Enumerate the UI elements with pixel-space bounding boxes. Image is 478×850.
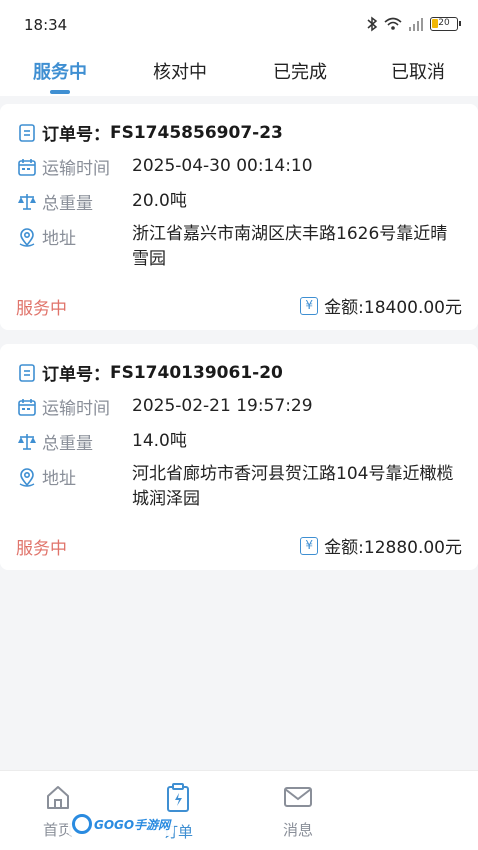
status-bar: 18:34 20 [0,0,478,50]
document-icon [19,363,35,382]
transport-time-value: 2025-02-21 19:57:29 [132,396,313,416]
address-value: 浙江省嘉兴市南湖区庆丰路1626号靠近晴雪园 [132,224,448,269]
weight-label: 总重量 [42,194,93,214]
address-value: 河北省廊坊市香河县贺江路104号靠近橄榄城润泽园 [132,464,454,509]
order-status: 服务中 [16,539,67,559]
scale-icon [18,433,36,450]
location-pin-icon [19,467,35,487]
tab-in-service[interactable]: 服务中 [10,58,110,84]
weight-value: 20.0吨 [132,191,187,211]
address-row: 地址 [16,464,76,489]
order-icon [167,783,189,812]
calendar-icon [18,398,36,416]
transport-time-row: 运输时间 [16,154,110,179]
amount-value: 金额:12880.00元 [324,538,462,558]
nav-messages[interactable]: 消息 [258,783,338,840]
order-number-row: 订单号： FS1740139061-20 [16,360,283,385]
battery-level: 20 [438,18,450,28]
order-number-label: 订单号： [42,365,110,385]
yen-icon: ¥ [300,296,319,315]
address-label: 地址 [42,469,76,489]
transport-time-label: 运输时间 [42,399,110,419]
order-number: FS1745856907-23 [110,122,283,143]
document-icon [19,123,35,142]
wifi-icon [384,17,402,30]
active-tab-indicator [50,90,70,94]
order-status-tabs: 服务中 核对中 已完成 已取消 [0,50,478,96]
weight-label: 总重量 [42,434,93,454]
order-card[interactable]: 订单号： FS1745856907-23 运输时间 2025-04-30 00:… [0,104,478,330]
amount-value: 金额:18400.00元 [324,298,462,318]
weight-value: 14.0吨 [132,431,187,451]
watermark-logo: GOGO手游网 [68,812,175,836]
order-number: FS1740139061-20 [110,362,283,383]
transport-time-row: 运输时间 [16,394,110,419]
order-card[interactable]: 订单号： FS1740139061-20 运输时间 2025-02-21 19:… [0,344,478,570]
tab-cancelled[interactable]: 已取消 [368,58,468,84]
transport-time-label: 运输时间 [42,159,110,179]
weight-row: 总重量 [16,189,93,214]
mail-icon [284,787,312,807]
address-label: 地址 [42,229,76,249]
home-icon [47,786,69,809]
watermark-text: GOGO手游网 [94,817,171,832]
weight-row: 总重量 [16,429,93,454]
calendar-icon [18,158,36,176]
status-time: 18:34 [24,16,68,34]
order-status: 服务中 [16,299,67,319]
transport-time-value: 2025-04-30 00:14:10 [132,156,313,176]
amount-row: ¥ 金额:12880.00元 [300,533,462,558]
bluetooth-icon [367,16,378,32]
address-row: 地址 [16,224,76,249]
amount-row: ¥ 金额:18400.00元 [300,293,462,318]
status-icons: 20 [366,16,461,32]
scale-icon [18,193,36,210]
signal-icon [409,18,423,31]
yen-icon: ¥ [300,536,319,555]
bottom-nav: 首页 订单 消息 [0,770,478,850]
watermark-circle-icon [72,814,92,834]
order-number-row: 订单号： FS1745856907-23 [16,120,283,145]
location-pin-icon [19,227,35,247]
tab-completed[interactable]: 已完成 [250,58,350,84]
battery-icon: 20 [430,17,461,31]
nav-messages-label: 消息 [282,821,313,839]
order-number-label: 订单号： [42,125,110,145]
tab-checking[interactable]: 核对中 [130,58,230,84]
